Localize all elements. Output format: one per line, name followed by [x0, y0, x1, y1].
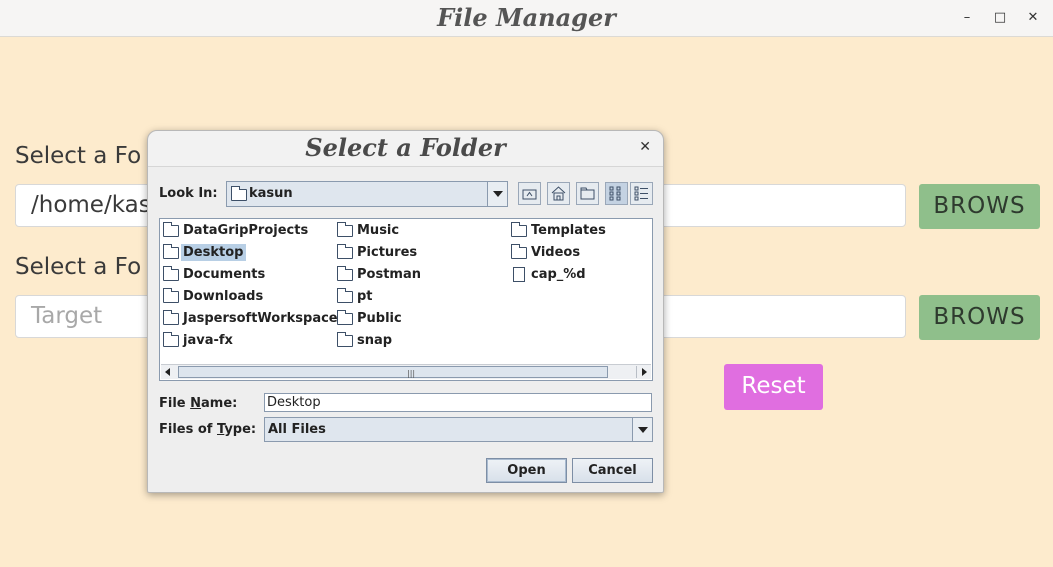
- window-titlebar: File Manager – □ ✕: [0, 0, 1053, 37]
- cancel-button[interactable]: Cancel: [572, 458, 653, 483]
- dialog-title: Select a Folder: [305, 133, 506, 162]
- look-in-combo[interactable]: kasun: [226, 181, 508, 207]
- list-item[interactable]: Videos: [509, 243, 580, 263]
- browse-source-button[interactable]: BROWS: [919, 184, 1040, 229]
- folder-icon: [163, 244, 179, 259]
- grip-icon: |||: [407, 369, 416, 378]
- details-view-button[interactable]: [630, 182, 653, 205]
- list-item[interactable]: snap: [335, 331, 392, 351]
- close-icon[interactable]: ✕: [1023, 8, 1043, 28]
- list-item[interactable]: cap_%d: [509, 265, 586, 285]
- folder-icon: [337, 332, 353, 347]
- folder-icon: [337, 222, 353, 237]
- folder-icon: [511, 244, 527, 259]
- folder-icon: [337, 288, 353, 303]
- folder-icon: [163, 288, 179, 303]
- source-label: Select a Fo: [15, 143, 142, 169]
- files-of-type-combo[interactable]: All Files: [264, 417, 653, 442]
- file-name-label: File Name:: [159, 396, 238, 411]
- list-item[interactable]: Music: [335, 221, 399, 241]
- file-name-input[interactable]: Desktop: [264, 393, 652, 412]
- folder-icon: [511, 222, 527, 237]
- open-button[interactable]: Open: [486, 458, 567, 483]
- select-folder-dialog: Select a Folder ✕ Look In: kasun DataGri…: [147, 130, 664, 493]
- file-icon: [513, 267, 525, 282]
- list-item[interactable]: Desktop: [161, 243, 247, 263]
- list-item[interactable]: JaspersoftWorkspace: [161, 309, 338, 329]
- list-item[interactable]: java-fx: [161, 331, 233, 351]
- up-folder-button[interactable]: [518, 182, 541, 205]
- list-item[interactable]: Documents: [161, 265, 265, 285]
- minimize-icon[interactable]: –: [957, 8, 977, 28]
- reset-button[interactable]: Reset: [724, 364, 823, 410]
- scroll-left-icon[interactable]: [161, 366, 176, 378]
- look-in-label: Look In:: [159, 186, 218, 201]
- look-in-value: kasun: [249, 186, 293, 201]
- list-item[interactable]: Pictures: [335, 243, 417, 263]
- folder-icon: [337, 266, 353, 281]
- files-of-type-value: All Files: [268, 422, 326, 437]
- list-item[interactable]: Public: [335, 309, 402, 329]
- scrollbar-thumb[interactable]: |||: [178, 366, 608, 378]
- up-folder-icon: [522, 189, 537, 200]
- new-folder-button[interactable]: [576, 182, 599, 205]
- target-label: Select a Fo: [15, 254, 142, 280]
- new-folder-icon: [580, 187, 595, 200]
- file-list[interactable]: DataGripProjects Desktop Documents Downl…: [159, 218, 653, 381]
- chevron-down-icon[interactable]: [632, 418, 652, 441]
- folder-icon: [231, 186, 247, 201]
- list-item[interactable]: DataGripProjects: [161, 221, 308, 241]
- horizontal-scrollbar[interactable]: |||: [161, 364, 651, 379]
- list-item[interactable]: Downloads: [161, 287, 263, 307]
- home-button[interactable]: [547, 182, 570, 205]
- dialog-close-icon[interactable]: ✕: [639, 139, 651, 155]
- list-view-icon: [609, 186, 621, 201]
- chevron-down-icon[interactable]: [487, 182, 507, 206]
- folder-icon: [163, 266, 179, 281]
- list-item[interactable]: Templates: [509, 221, 606, 241]
- list-view-button[interactable]: [605, 182, 628, 205]
- window-title: File Manager: [437, 3, 616, 32]
- details-view-icon: [634, 186, 648, 201]
- folder-icon: [163, 222, 179, 237]
- maximize-icon[interactable]: □: [990, 8, 1010, 28]
- folder-icon: [337, 310, 353, 325]
- home-icon: [551, 186, 566, 201]
- files-of-type-label: Files of Type:: [159, 422, 257, 437]
- list-item[interactable]: Postman: [335, 265, 421, 285]
- browse-target-button[interactable]: BROWS: [919, 295, 1040, 340]
- folder-icon: [337, 244, 353, 259]
- scroll-right-icon[interactable]: [636, 366, 651, 378]
- list-item[interactable]: pt: [335, 287, 373, 307]
- folder-icon: [163, 310, 179, 325]
- folder-icon: [163, 332, 179, 347]
- dialog-titlebar: Select a Folder ✕: [148, 131, 663, 167]
